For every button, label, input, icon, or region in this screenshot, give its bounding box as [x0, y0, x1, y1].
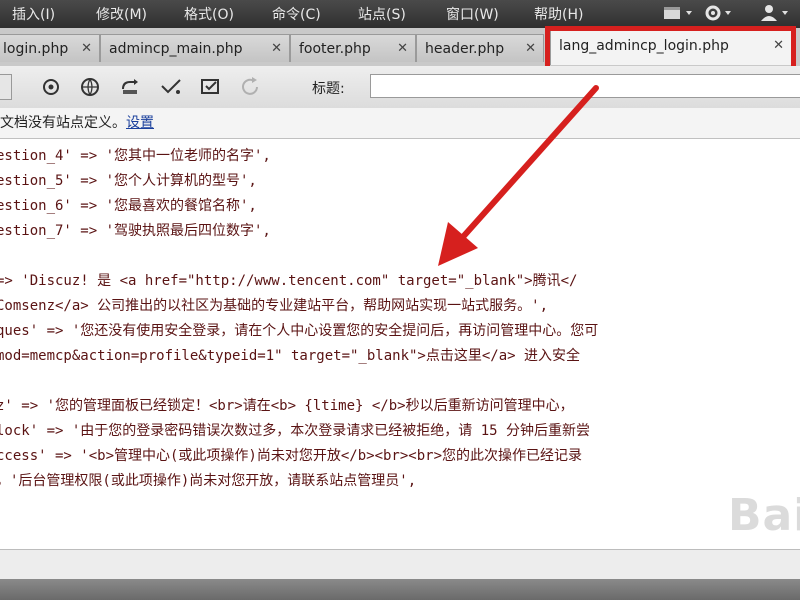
document-toolbar: 标题: [0, 66, 800, 109]
panel-strip [0, 579, 800, 600]
close-icon[interactable]: ✕ [81, 35, 92, 63]
code-line: estion_5' => '您个人计算机的型号', [0, 173, 257, 189]
tab-lang-admincp-login[interactable]: lang_admincp_login.php ✕ [550, 30, 792, 65]
tab-label: header.php [425, 41, 505, 57]
code-line: estion_6' => '您最喜欢的餐馆名称', [0, 198, 257, 214]
gear-icon [705, 5, 731, 21]
tab-footer[interactable]: footer.php ✕ [290, 34, 416, 62]
code-line: lock' => '由于您的登录密码错误次数过多，本次登录请求已经被拒绝，请 1… [0, 423, 590, 439]
tab-header[interactable]: header.php ✕ [416, 34, 544, 62]
tab-login[interactable]: login.php ✕ [0, 34, 100, 62]
code-line: z' => '您的管理面板已经锁定！<br>请在<b> {ltime} </b>… [0, 398, 574, 414]
code-line: estion_4' => '您其中一位老师的名字', [0, 148, 271, 164]
preview-browser-button[interactable] [78, 74, 104, 100]
layout-switcher-button[interactable] [660, 2, 704, 24]
close-icon[interactable]: ✕ [525, 35, 536, 63]
menu-bar: 插入(I) 修改(M) 格式(O) 命令(C) 站点(S) 窗口(W) 帮助(H… [0, 0, 800, 29]
code-line: ccess' => '<b>管理中心(或此项操作)尚未对您开放</b><br><… [0, 448, 583, 464]
globe-icon [81, 78, 99, 97]
validate-markup-button[interactable] [158, 74, 184, 100]
refresh-button[interactable] [238, 74, 264, 100]
eye-icon [43, 79, 59, 95]
code-line: ques' => '您还没有使用安全登录，请在个人中心设置您的安全提问后，再访问… [0, 323, 599, 339]
live-view-button[interactable] [38, 74, 64, 100]
code-line: Comsenz</a> 公司推出的以社区为基础的专业建站平台，帮助网站实现一站式… [0, 298, 549, 314]
file-transfer-icon [122, 79, 138, 94]
site-definition-infobar: 文档没有站点定义。设置 [0, 108, 800, 139]
tab-label: footer.php [299, 41, 371, 57]
watermark-logo: Bai [728, 490, 800, 541]
close-icon[interactable]: ✕ [397, 35, 408, 63]
close-icon[interactable]: ✕ [271, 35, 282, 63]
code-line: mod=memcp&action=profile&typeid=1" targe… [0, 348, 581, 364]
user-menu-button[interactable] [756, 2, 800, 24]
settings-menu-button[interactable] [700, 2, 744, 24]
menu-commands[interactable]: 命令(C) [272, 4, 321, 24]
menu-insert[interactable]: 插入(I) [12, 4, 55, 24]
title-input[interactable] [370, 74, 800, 98]
checklist-icon [201, 79, 219, 94]
menu-site[interactable]: 站点(S) [358, 4, 406, 24]
layout-icon [664, 7, 692, 19]
code-line: estion_7' => '驾驶执照最后四位数字', [0, 223, 271, 239]
refresh-icon [242, 77, 258, 95]
validate-icon [161, 79, 181, 94]
menu-help[interactable]: 帮助(H) [534, 4, 583, 24]
file-management-button[interactable] [118, 74, 144, 100]
code-editor[interactable]: estion_4' => '您其中一位老师的名字', estion_5' => … [0, 139, 800, 549]
user-icon [761, 5, 788, 21]
menu-window[interactable]: 窗口(W) [446, 4, 499, 24]
tab-label: lang_admincp_login.php [559, 38, 729, 54]
close-icon[interactable]: ✕ [773, 31, 784, 61]
title-label: 标题: [312, 81, 345, 97]
code-line: ，'后台管理权限(或此项操作)尚未对您开放，请联系站点管理员', [0, 473, 417, 489]
menu-format[interactable]: 格式(O) [184, 4, 234, 24]
check-browser-button[interactable] [198, 74, 224, 100]
tab-label: login.php [3, 41, 69, 57]
infobar-message: 文档没有站点定义。 [0, 115, 126, 131]
status-bar [0, 549, 800, 580]
tab-label: admincp_main.php [109, 41, 243, 57]
setup-link[interactable]: 设置 [126, 115, 154, 131]
code-line: => 'Discuz! 是 <a href="http://www.tencen… [0, 273, 578, 289]
code-view-button[interactable] [0, 74, 12, 100]
menu-modify[interactable]: 修改(M) [96, 4, 147, 24]
tab-admincp-main[interactable]: admincp_main.php ✕ [100, 34, 290, 62]
document-tab-strip: login.php ✕ admincp_main.php ✕ footer.ph… [0, 28, 800, 67]
